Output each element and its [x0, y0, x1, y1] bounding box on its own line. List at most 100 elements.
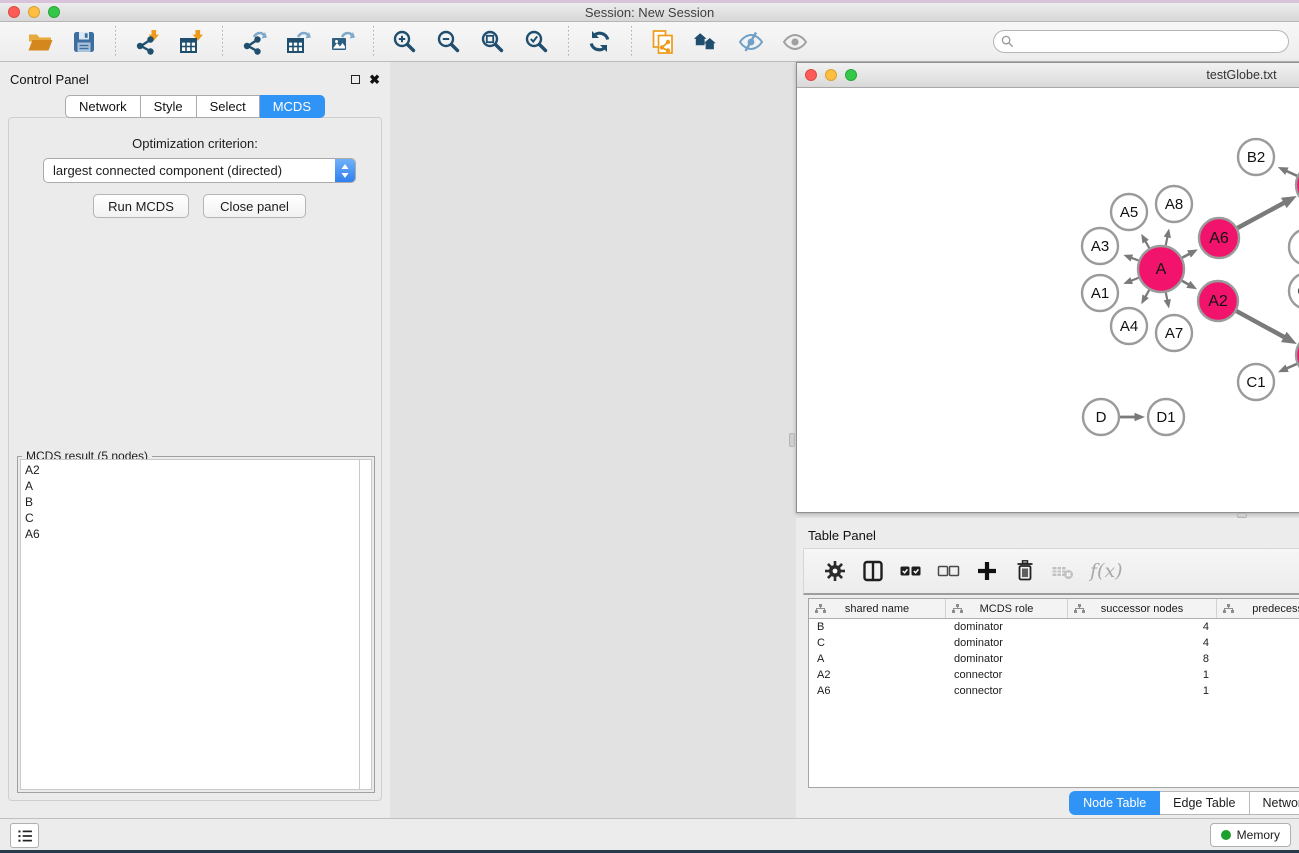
- table-row[interactable]: Cdominator41C: [809, 635, 1299, 651]
- edge-B-B2[interactable]: [1286, 171, 1297, 176]
- column-header-successor-nodes[interactable]: successor nodes: [1068, 599, 1217, 618]
- table-row[interactable]: Bdominator41B: [809, 619, 1299, 635]
- edge-arrowhead: [1123, 255, 1133, 262]
- tab-mcds[interactable]: MCDS: [260, 95, 325, 118]
- open-session-icon[interactable]: [26, 28, 54, 56]
- network-canvas[interactable]: ABCA6A2A1A3A4A5A7A8B1B2B3B4C1C2C3C4DD1: [797, 88, 1299, 512]
- tab-style[interactable]: Style: [141, 95, 197, 118]
- table-panel: Table Panel ✖ f(x) shared nameMCDS roles…: [796, 518, 1299, 818]
- edge-arrowhead: [1281, 196, 1297, 208]
- table-cell: 1: [1217, 669, 1299, 681]
- search-icon: [1001, 35, 1014, 48]
- network-graph[interactable]: ABCA6A2A1A3A4A5A7A8B1B2B3B4C1C2C3C4DD1: [797, 88, 1299, 512]
- optimization-criterion-label: Optimization criterion:: [9, 136, 381, 151]
- node-label-A1: A1: [1091, 285, 1109, 302]
- select-all-icon[interactable]: [898, 558, 924, 584]
- column-header-predecessor-nodes[interactable]: predecessor nodes: [1217, 599, 1299, 618]
- close-panel-icon[interactable]: ✖: [369, 75, 380, 84]
- app-titlebar[interactable]: Session: New Session: [0, 3, 1299, 22]
- float-panel-icon[interactable]: [351, 75, 360, 84]
- edge-arrowhead: [1164, 299, 1171, 309]
- node-label-D1: D1: [1156, 409, 1175, 426]
- create-column-icon[interactable]: [974, 558, 1000, 584]
- mcds-result-scrollbar[interactable]: [359, 459, 372, 790]
- edge-arrowhead: [1281, 332, 1297, 344]
- edge-arrowhead: [1123, 277, 1133, 284]
- tab-network-table[interactable]: Network Table: [1250, 791, 1299, 815]
- tab-edge-table[interactable]: Edge Table: [1160, 791, 1249, 815]
- criterion-value: largest connected component (directed): [44, 163, 335, 178]
- home-icon[interactable]: [693, 28, 721, 56]
- table-cell: dominator: [946, 653, 1068, 665]
- zoom-out-icon[interactable]: [435, 28, 463, 56]
- mcds-result-item[interactable]: A6: [25, 526, 359, 542]
- zoom-selected-icon[interactable]: [523, 28, 551, 56]
- criterion-dropdown[interactable]: largest connected component (directed): [43, 158, 356, 183]
- new-network-icon[interactable]: [649, 28, 677, 56]
- edge-A2-C[interactable]: [1236, 311, 1285, 338]
- edge-C-C1[interactable]: [1286, 364, 1297, 369]
- edge-arrowhead: [1164, 229, 1171, 239]
- edge-arrowhead: [1135, 413, 1146, 422]
- tab-select[interactable]: Select: [197, 95, 260, 118]
- table-panel-header: Table Panel ✖: [796, 522, 1299, 548]
- search-input[interactable]: [1014, 35, 1288, 49]
- node-label-B2: B2: [1247, 149, 1265, 166]
- node-label-A: A: [1156, 261, 1167, 278]
- toolbar-separator: [115, 26, 116, 58]
- network-window-titlebar[interactable]: testGlobe.txt: [797, 63, 1299, 88]
- node-label-A6: A6: [1209, 230, 1229, 247]
- table-row[interactable]: A2connector11A2: [809, 667, 1299, 683]
- mcds-result-item[interactable]: A2: [25, 462, 359, 478]
- zoom-fit-icon[interactable]: [479, 28, 507, 56]
- table-row[interactable]: A6connector11A6: [809, 683, 1299, 699]
- table-mode-gear-icon[interactable]: [822, 558, 848, 584]
- refresh-network-icon[interactable]: [586, 28, 614, 56]
- show-panel-icon[interactable]: [781, 28, 809, 56]
- mcds-result-item[interactable]: A: [25, 478, 359, 494]
- status-bar: Memory: [0, 818, 1299, 850]
- network-view-window[interactable]: testGlobe.txt ABCA6A2A1A3A4A5A7A8B1B2B3B…: [796, 62, 1299, 513]
- mcds-result-item[interactable]: C: [25, 510, 359, 526]
- node-table[interactable]: shared nameMCDS rolesuccessor nodesprede…: [808, 598, 1299, 788]
- run-mcds-button[interactable]: Run MCDS: [93, 194, 189, 218]
- zoom-in-icon[interactable]: [391, 28, 419, 56]
- table-cell: 4: [1068, 621, 1217, 633]
- column-header-MCDS-role[interactable]: MCDS role: [946, 599, 1068, 618]
- toolbar-separator: [631, 26, 632, 58]
- toolbar-separator: [222, 26, 223, 58]
- hide-panel-icon[interactable]: [737, 28, 765, 56]
- column-header-shared-name[interactable]: shared name: [809, 599, 946, 618]
- control-panel-header: Control Panel ✖: [0, 66, 390, 92]
- dropdown-stepper-icon[interactable]: [335, 159, 355, 182]
- import-network-icon[interactable]: [133, 28, 161, 56]
- table-cell: 4: [1068, 637, 1217, 649]
- close-panel-button[interactable]: Close panel: [203, 194, 306, 218]
- tab-network[interactable]: Network: [65, 95, 141, 118]
- memory-button[interactable]: Memory: [1210, 823, 1291, 847]
- toggle-view-icon[interactable]: [860, 558, 886, 584]
- mcds-result-item[interactable]: B: [25, 494, 359, 510]
- destroy-table-icon: [1050, 558, 1076, 584]
- deselect-all-icon[interactable]: [936, 558, 962, 584]
- node-label-A3: A3: [1091, 238, 1109, 255]
- task-history-button[interactable]: [10, 823, 39, 848]
- table-row[interactable]: Adominator80A: [809, 651, 1299, 667]
- delete-columns-icon[interactable]: [1012, 558, 1038, 584]
- export-network-icon[interactable]: [240, 28, 268, 56]
- edge-A6-B[interactable]: [1237, 202, 1285, 228]
- import-table-icon[interactable]: [177, 28, 205, 56]
- mcds-result-list[interactable]: A2ABCA6: [20, 459, 359, 790]
- node-label-A5: A5: [1120, 204, 1138, 221]
- export-image-icon[interactable]: [328, 28, 356, 56]
- function-builder-icon[interactable]: f(x): [1090, 560, 1123, 582]
- toolbar-separator: [373, 26, 374, 58]
- application-window: Session: New Session Control Panel ✖ Net…: [0, 0, 1299, 853]
- table-toolbar: f(x): [803, 548, 1299, 595]
- vertical-scroll-thumb[interactable]: [789, 433, 795, 447]
- table-selector-tabs: Node TableEdge TableNetwork TableMotifs: [796, 791, 1299, 815]
- export-table-icon[interactable]: [284, 28, 312, 56]
- tab-node-table[interactable]: Node Table: [1069, 791, 1160, 815]
- save-session-icon[interactable]: [70, 28, 98, 56]
- search-field[interactable]: [993, 30, 1289, 53]
